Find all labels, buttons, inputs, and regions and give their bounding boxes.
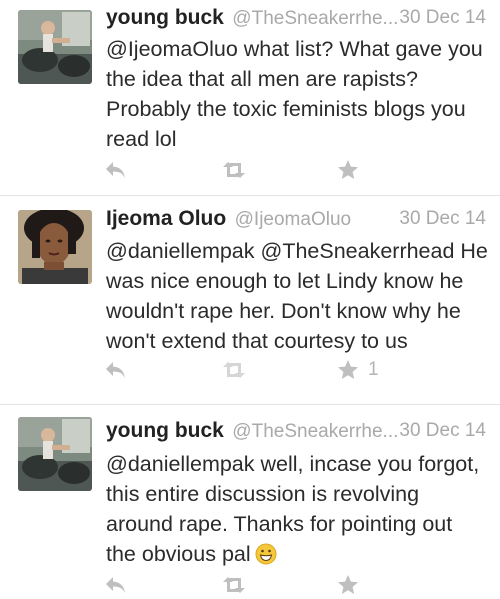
avatar[interactable] — [18, 417, 92, 491]
reply-button[interactable] — [104, 156, 128, 184]
tweet-header: young buck @TheSneakerrhe... 30 Dec 14 — [106, 415, 486, 447]
tweet-actions: 1 — [0, 356, 500, 384]
tweet-text: @daniellempak well, incase you forgot, t… — [106, 449, 488, 573]
favorite-button[interactable] — [336, 571, 368, 599]
reply-button[interactable] — [104, 571, 128, 599]
reply-button[interactable] — [104, 356, 128, 384]
tweet-text-content: @daniellempak well, incase you forgot, t… — [106, 452, 480, 566]
retweet-icon — [223, 577, 245, 593]
reply-icon — [106, 577, 125, 593]
star-icon — [338, 360, 358, 379]
author-name[interactable]: young buck — [106, 6, 224, 29]
tweet-text: @daniellempak @TheSneakerrhead He was ni… — [106, 239, 488, 353]
tweet-date: 30 Dec 14 — [399, 7, 486, 28]
tweet-actions — [0, 156, 500, 184]
retweet-button[interactable] — [220, 571, 248, 599]
favorite-count: 1 — [368, 359, 379, 380]
author-name[interactable]: young buck — [106, 419, 224, 442]
star-icon — [338, 575, 358, 594]
retweet-button[interactable] — [220, 156, 248, 184]
tweet-date: 30 Dec 14 — [399, 208, 486, 229]
author-name[interactable]: Ijeoma Oluo — [106, 207, 226, 230]
avatar[interactable] — [18, 210, 92, 284]
retweet-icon — [223, 162, 245, 178]
tweet-date: 30 Dec 14 — [399, 420, 486, 441]
author-handle[interactable]: @IjeomaOluo — [235, 209, 351, 230]
tweet-actions — [0, 571, 500, 599]
grinning-face-emoji — [255, 543, 277, 573]
tweet[interactable]: young buck @TheSneakerrhe... 30 Dec 14 @… — [0, 0, 500, 196]
favorite-button[interactable]: 1 — [336, 356, 379, 384]
star-icon — [338, 160, 358, 179]
tweet-header: Ijeoma Oluo @IjeomaOluo 30 Dec 14 — [106, 203, 486, 235]
retweet-button[interactable] — [220, 356, 248, 384]
reply-icon — [106, 162, 125, 178]
tweet-text: @IjeomaOluo what list? What gave you the… — [106, 37, 483, 151]
reply-icon — [106, 362, 125, 378]
tweet[interactable]: Ijeoma Oluo @IjeomaOluo 30 Dec 14 @danie… — [0, 196, 500, 405]
tweet-header: young buck @TheSneakerrhe... 30 Dec 14 — [106, 2, 486, 34]
avatar[interactable] — [18, 10, 92, 84]
author-handle[interactable]: @TheSneakerrhe... — [232, 421, 398, 442]
author-handle[interactable]: @TheSneakerrhe... — [232, 8, 398, 29]
retweet-icon — [223, 362, 245, 378]
tweet-timeline: young buck @TheSneakerrhe... 30 Dec 14 @… — [0, 0, 500, 599]
favorite-button[interactable] — [336, 156, 368, 184]
tweet[interactable]: young buck @TheSneakerrhe... 30 Dec 14 @… — [0, 405, 500, 599]
